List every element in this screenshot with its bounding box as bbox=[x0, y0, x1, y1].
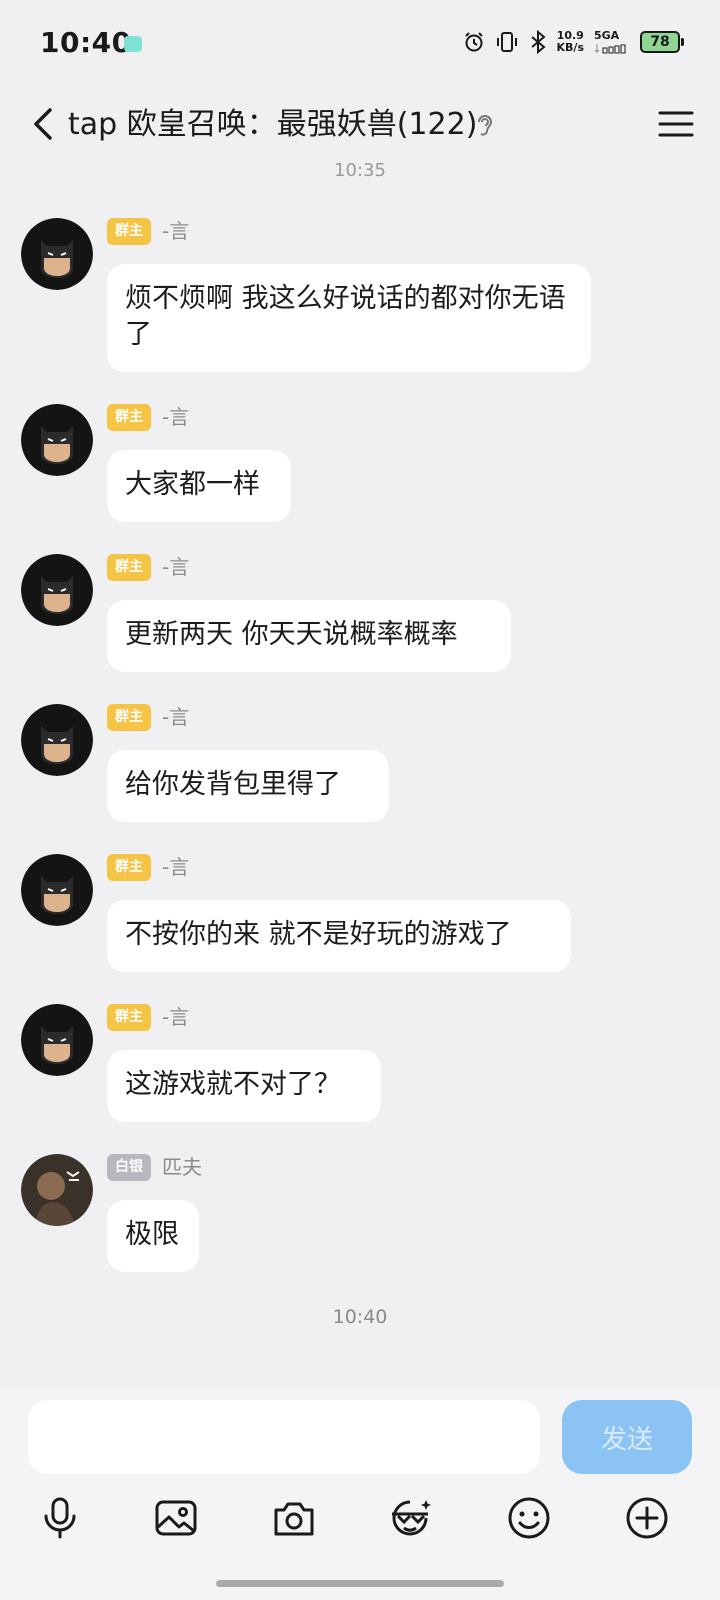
message-bubble[interactable]: 给你发背包里得了 bbox=[107, 750, 389, 822]
message-bubble[interactable]: 这游戏就不对了？ bbox=[107, 1050, 381, 1122]
message-item: 群主 -言 更新两天 你天天说概率概率 bbox=[0, 554, 720, 674]
status-icons: 10.9 KB/s 5GA 78 bbox=[463, 30, 684, 54]
role-badge: 群主 bbox=[107, 1004, 151, 1031]
alarm-icon bbox=[464, 32, 483, 52]
message-item: 群主 -言 不按你的来 就不是好玩的游戏了 bbox=[0, 854, 720, 974]
signal-label: 5GA bbox=[594, 29, 620, 42]
sender-name: -言 bbox=[162, 855, 190, 879]
message-item: 群主 -言 大家都一样 bbox=[0, 404, 720, 524]
send-button[interactable]: 发送 bbox=[562, 1400, 692, 1474]
role-badge: 群主 bbox=[107, 404, 151, 431]
avatar-batman[interactable] bbox=[21, 854, 93, 926]
home-indicator[interactable] bbox=[216, 1580, 504, 1587]
role-badge: 群主 bbox=[107, 218, 151, 245]
sender-name: -言 bbox=[162, 555, 190, 579]
message-bubble[interactable]: 大家都一样 bbox=[107, 450, 291, 522]
avatar-batman[interactable] bbox=[21, 704, 93, 776]
message-bubble[interactable]: 更新两天 你天天说概率概率 bbox=[107, 600, 511, 672]
message-item: 群主 -言 给你发背包里得了 bbox=[0, 704, 720, 824]
avatar-batman[interactable] bbox=[21, 554, 93, 626]
battery-indicator: 78 bbox=[640, 31, 684, 53]
sticker-icon[interactable] bbox=[386, 1494, 434, 1542]
chat-header: tap 欧皇召唤：最强妖兽(122) bbox=[0, 90, 720, 160]
ear-icon[interactable] bbox=[474, 112, 496, 140]
status-bar: 10:40 10.9 KB/s 5GA 78 bbox=[0, 0, 720, 90]
avatar-batman[interactable] bbox=[21, 1004, 93, 1076]
timestamp-divider: 10:40 bbox=[332, 1306, 388, 1328]
message-bubble[interactable]: 烦不烦啊 我这么好说话的都对你无语了 bbox=[107, 264, 591, 372]
message-item: 群主 -言 烦不烦啊 我这么好说话的都对你无语了 bbox=[0, 218, 720, 378]
back-arrow-icon[interactable] bbox=[24, 104, 64, 144]
role-badge: 群主 bbox=[107, 554, 151, 581]
network-speed-unit: KB/s bbox=[556, 41, 584, 54]
signal-indicator: 5GA bbox=[594, 30, 630, 54]
vibrate-icon bbox=[496, 32, 517, 52]
timestamp-divider: 10:35 bbox=[334, 160, 386, 181]
message-bubble[interactable]: 不按你的来 就不是好玩的游戏了 bbox=[107, 900, 571, 972]
emoji-icon[interactable] bbox=[505, 1494, 553, 1542]
avatar-batman[interactable] bbox=[21, 404, 93, 476]
app-notification-icon bbox=[124, 36, 142, 52]
sender-name: -言 bbox=[162, 705, 190, 729]
avatar-user-photo[interactable] bbox=[21, 1154, 93, 1226]
camera-icon[interactable] bbox=[270, 1494, 318, 1542]
sender-name: -言 bbox=[162, 219, 190, 243]
message-item: 群主 -言 这游戏就不对了？ bbox=[0, 1004, 720, 1124]
plus-icon[interactable] bbox=[623, 1494, 671, 1542]
sender-name: 匹夫 bbox=[162, 1155, 202, 1179]
signal-bars-icon bbox=[594, 44, 626, 54]
bluetooth-icon bbox=[530, 30, 546, 54]
avatar-batman[interactable] bbox=[21, 218, 93, 290]
menu-icon[interactable] bbox=[658, 108, 694, 140]
message-input[interactable] bbox=[28, 1400, 540, 1474]
network-speed: 10.9 KB/s bbox=[557, 30, 584, 54]
microphone-icon[interactable] bbox=[36, 1494, 84, 1542]
role-badge: 群主 bbox=[107, 704, 151, 731]
role-badge: 白银 bbox=[107, 1154, 151, 1181]
sender-name: -言 bbox=[162, 1005, 190, 1029]
input-area: 发送 bbox=[0, 1388, 720, 1600]
chat-title[interactable]: tap 欧皇召唤：最强妖兽(122) bbox=[68, 104, 477, 146]
message-bubble[interactable]: 极限 bbox=[107, 1200, 199, 1272]
role-badge: 群主 bbox=[107, 854, 151, 881]
sender-name: -言 bbox=[162, 405, 190, 429]
image-icon[interactable] bbox=[152, 1494, 200, 1542]
status-time: 10:40 bbox=[40, 26, 132, 59]
message-item: 白银 匹夫 极限 bbox=[0, 1154, 720, 1274]
